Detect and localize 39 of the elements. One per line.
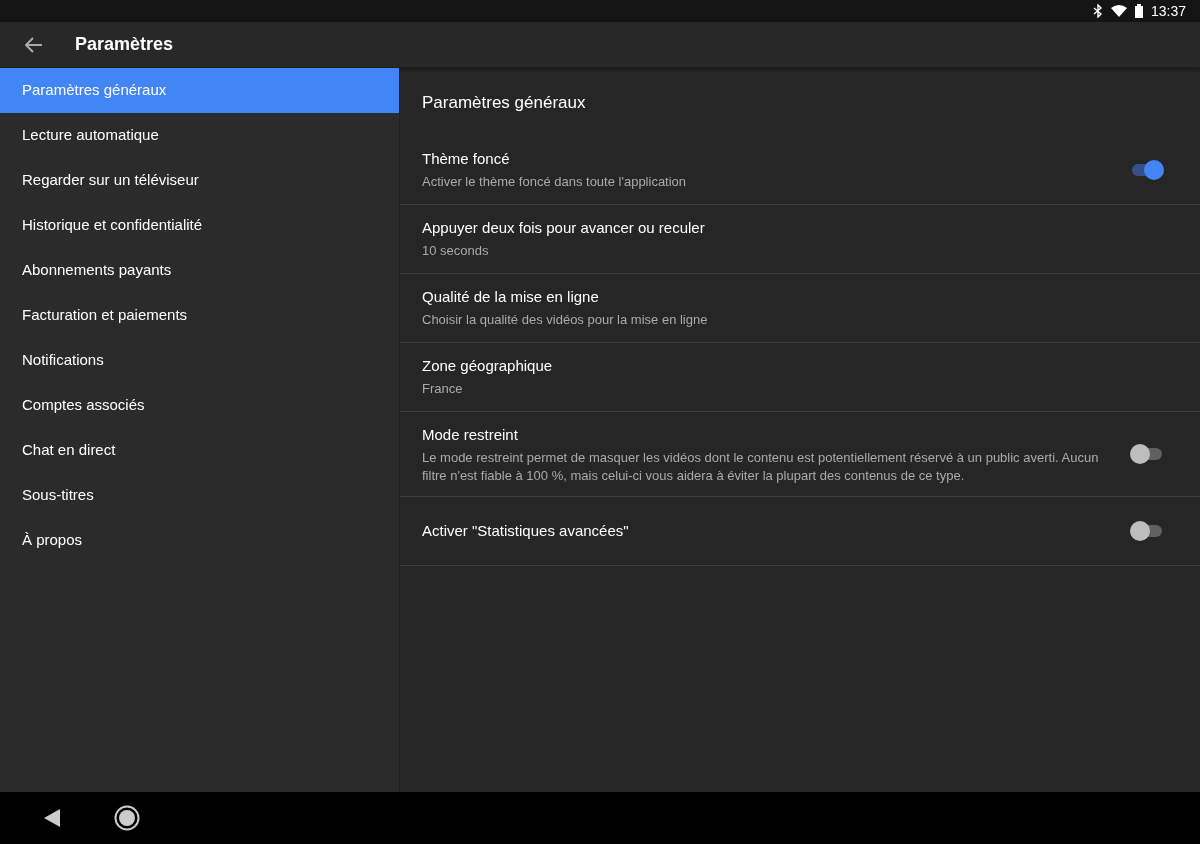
sidebar-item[interactable]: Comptes associés [0, 383, 399, 428]
sidebar-item[interactable]: Lecture automatique [0, 113, 399, 158]
sidebar-item[interactable]: Facturation et paiements [0, 293, 399, 338]
wifi-icon [1110, 5, 1127, 17]
back-icon[interactable] [44, 809, 60, 827]
setting-row[interactable]: Qualité de la mise en ligne Choisir la qualité des vidéos pour la mise en ligne [400, 273, 1200, 343]
setting-title: Mode restreint [422, 424, 519, 445]
setting-row[interactable]: Activer "Statistiques avancées" [400, 497, 1200, 567]
setting-description: Choisir la qualité des vidéos pour la mise en ligne [422, 311, 709, 329]
setting-description: France [422, 380, 464, 398]
page-title: Paramètres [75, 33, 174, 56]
battery-icon [1134, 4, 1143, 18]
setting-description: Activer le thème foncé dans toute l'application [422, 173, 688, 191]
sidebar-item[interactable]: Chat en direct [0, 428, 399, 473]
setting-row[interactable]: Zone géographique France [400, 342, 1200, 412]
sidebar-item[interactable]: À propos [0, 518, 399, 563]
setting-title: Activer "Statistiques avancées" [422, 520, 630, 541]
toggle-switch[interactable] [1130, 521, 1164, 542]
sidebar-item[interactable]: Sous-titres [0, 473, 399, 518]
bluetooth-icon [1092, 4, 1103, 18]
sidebar-item[interactable]: Paramètres généraux [0, 68, 399, 113]
back-arrow-icon[interactable] [25, 36, 43, 53]
setting-title: Zone géographique [422, 355, 554, 376]
setting-title: Appuyer deux fois pour avancer ou reculer [422, 217, 706, 238]
setting-title: Qualité de la mise en ligne [422, 286, 600, 307]
sidebar-item[interactable]: Historique et confidentialité [0, 203, 399, 248]
toggle-switch[interactable] [1130, 443, 1164, 464]
sidebar-item[interactable]: Abonnements payants [0, 248, 399, 293]
sidebar-item[interactable]: Notifications [0, 338, 399, 383]
clock: 13:37 [1150, 1, 1186, 21]
setting-description: 10 seconds [422, 242, 490, 260]
toggle-switch[interactable] [1130, 159, 1164, 180]
setting-row[interactable]: Appuyer deux fois pour avancer ou reculer 10 seconds [400, 204, 1200, 274]
setting-row[interactable]: Thème foncé Activer le thème foncé dans toute l'application [400, 135, 1200, 205]
setting-title: Thème foncé [422, 148, 511, 169]
section-title: Paramètres généraux [421, 92, 587, 114]
sidebar-item[interactable]: Regarder sur un téléviseur [0, 158, 399, 203]
setting-description: Le mode restreint permet de masquer les vidéos dont le contenu est potentiellement réservé à un public averti. Aucun filtre n'est fiable à 100 %, mais celui-ci vous aidera à éviter la plupart des contenus de ce type. [422, 449, 1100, 485]
home-icon[interactable] [114, 805, 140, 831]
